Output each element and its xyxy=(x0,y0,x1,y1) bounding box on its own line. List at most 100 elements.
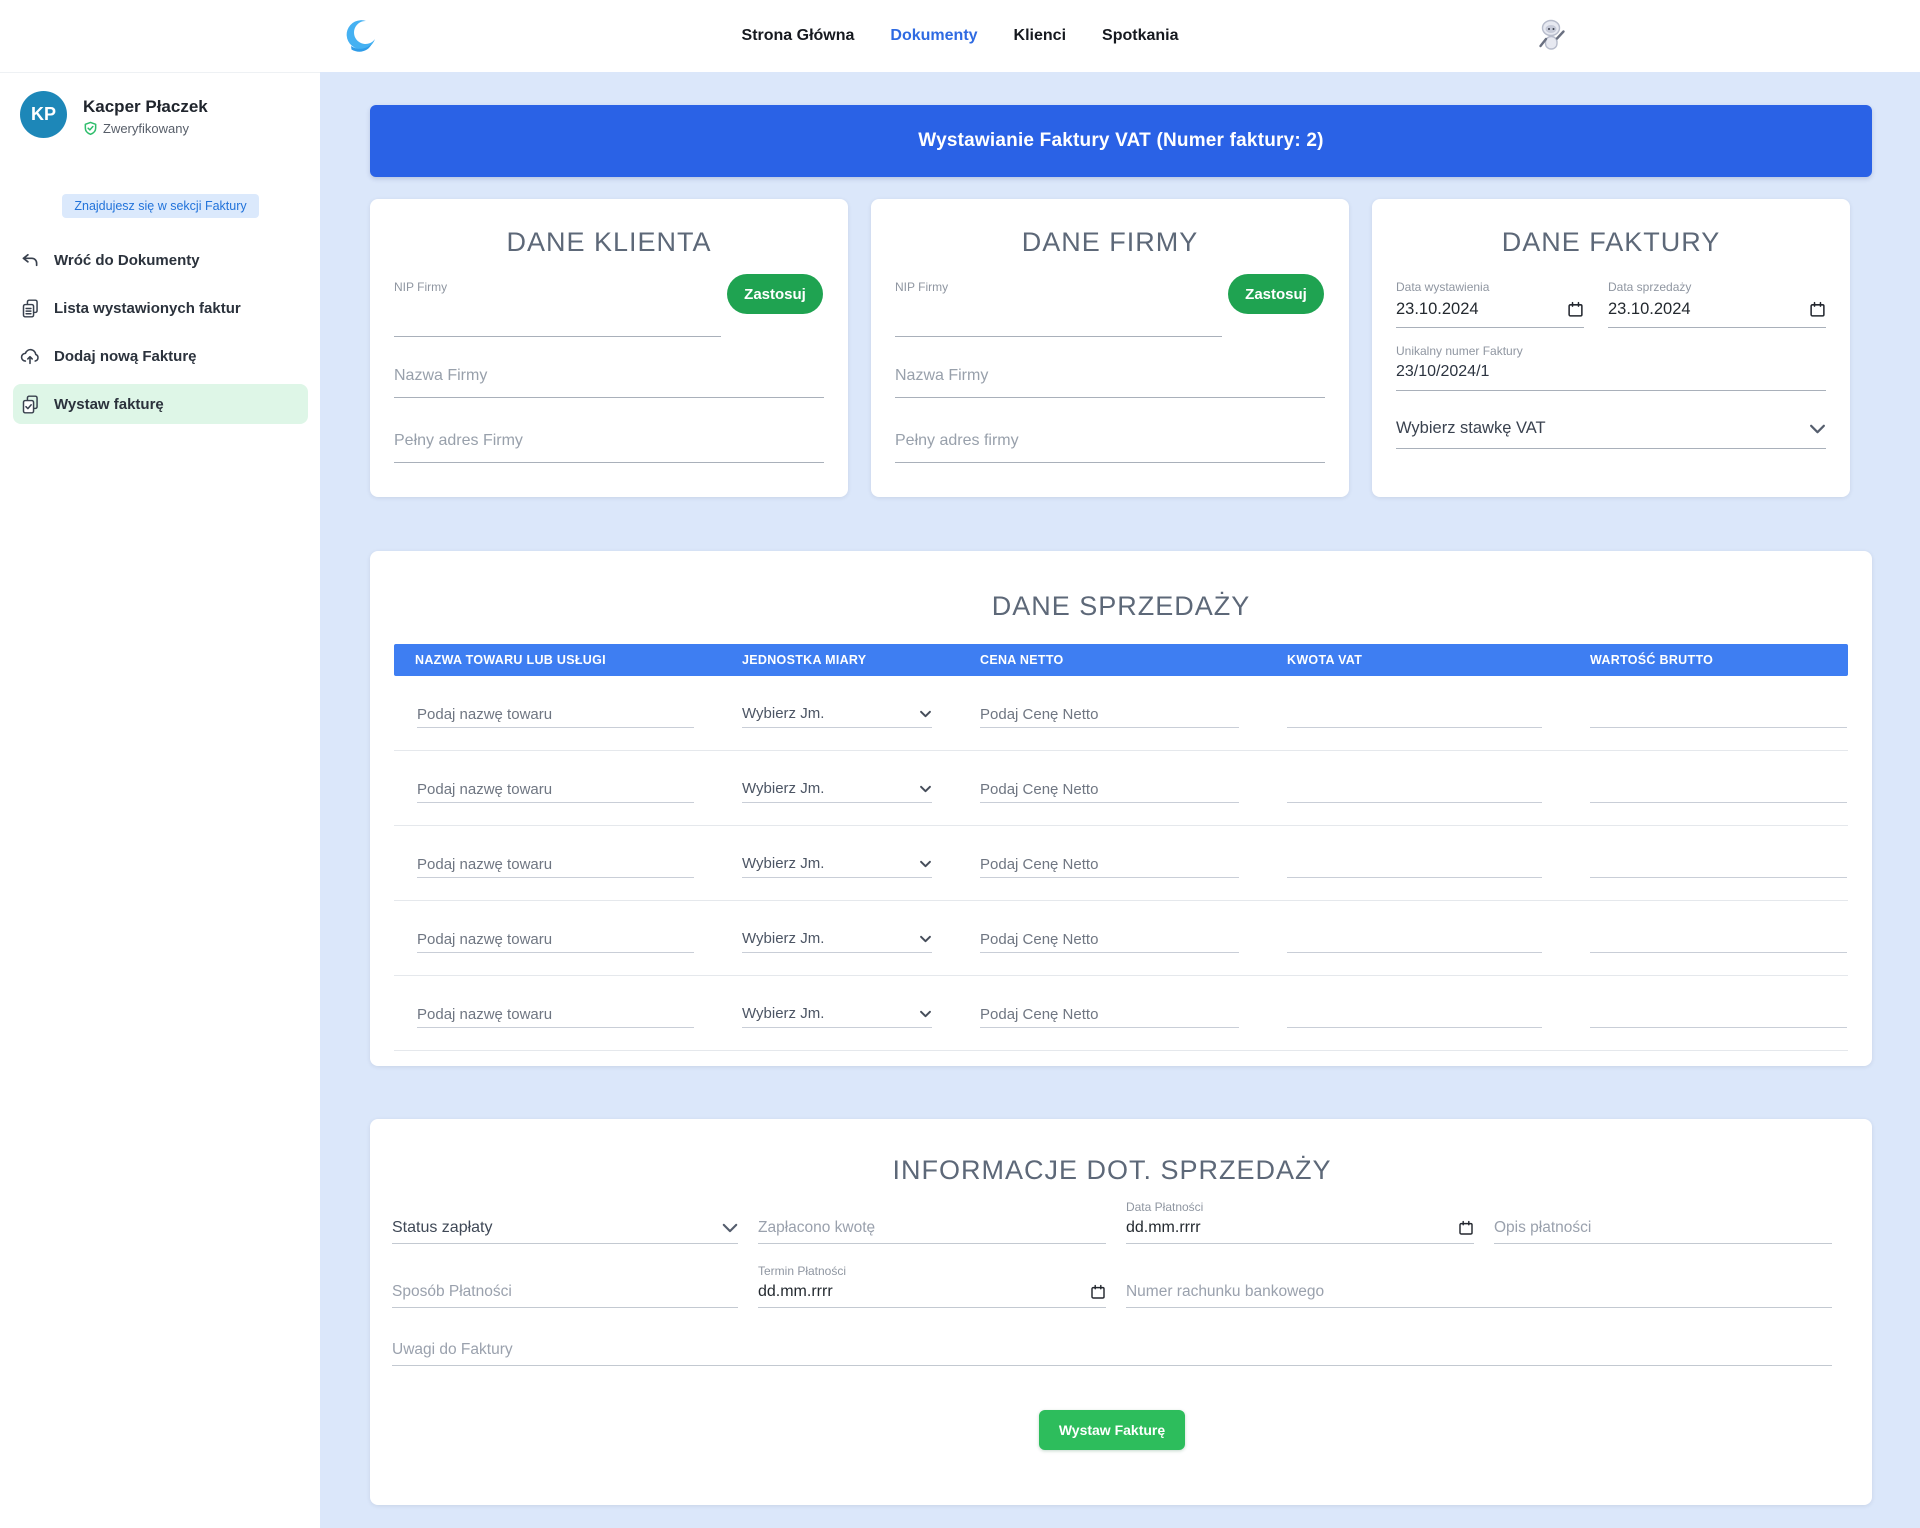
vat-amount-input[interactable] xyxy=(1287,704,1542,724)
nav-dokumenty[interactable]: Dokumenty xyxy=(890,27,977,45)
client-nip-input[interactable] xyxy=(394,308,721,330)
unit-select[interactable]: Wybierz Jm. xyxy=(742,854,932,878)
invoice-notes-input[interactable] xyxy=(392,1341,1832,1359)
calendar-icon[interactable] xyxy=(1458,1220,1474,1236)
company-data-card: DANE FIRMY NIP Firmy Zastosuj xyxy=(871,199,1349,497)
top-navigation: Strona Główna Dokumenty Klienci Spotkani… xyxy=(742,27,1179,45)
company-apply-button[interactable]: Zastosuj xyxy=(1228,274,1324,314)
payment-date-value: dd.mm.rrrr xyxy=(1126,1219,1201,1237)
user-profile: KP Kacper Płaczek Zweryfikowany xyxy=(13,91,308,138)
sale-date-label: Data sprzedaży xyxy=(1608,280,1826,294)
unit-select[interactable]: Wybierz Jm. xyxy=(742,1004,932,1028)
payment-term-value: dd.mm.rrrr xyxy=(758,1283,833,1301)
unit-select-value: Wybierz Jm. xyxy=(742,854,824,874)
vat-rate-select[interactable]: Wybierz stawkę VAT xyxy=(1396,419,1826,449)
item-name-input[interactable] xyxy=(417,1004,694,1024)
chevron-down-icon xyxy=(919,935,932,943)
client-company-name-input[interactable] xyxy=(394,365,824,387)
net-price-input[interactable] xyxy=(980,1004,1239,1024)
issue-date-label: Data wystawienia xyxy=(1396,280,1584,294)
payment-method-input[interactable] xyxy=(392,1283,738,1301)
sidebar-menu: Wróć do Dokumenty Lista wystawionych fak… xyxy=(13,240,308,424)
column-header: CENA NETTO xyxy=(980,653,1239,667)
item-name-input[interactable] xyxy=(417,929,694,949)
chevron-down-icon xyxy=(919,710,932,718)
nav-strona-glowna[interactable]: Strona Główna xyxy=(742,27,855,45)
vat-amount-input[interactable] xyxy=(1287,1004,1542,1024)
main-content: Wystawianie Faktury VAT (Numer faktury: … xyxy=(320,72,1920,1528)
sidebar: KP Kacper Płaczek Zweryfikowany Znajduje… xyxy=(0,72,320,1528)
vat-amount-input[interactable] xyxy=(1287,854,1542,874)
company-name-input[interactable] xyxy=(895,365,1325,387)
gross-value-input[interactable] xyxy=(1590,1004,1847,1024)
user-name: Kacper Płaczek xyxy=(83,91,208,117)
net-price-input[interactable] xyxy=(980,929,1239,949)
sidebar-item-dodaj-fakture[interactable]: Dodaj nową Fakturę xyxy=(13,336,308,376)
chevron-down-icon xyxy=(1809,424,1826,434)
sales-data-card: DANE SPRZEDAŻY NAZWA TOWARU LUB USŁUGI J… xyxy=(370,551,1872,1066)
item-name-input[interactable] xyxy=(417,779,694,799)
column-header: WARTOŚĆ BRUTTO xyxy=(1590,653,1847,667)
vat-amount-input[interactable] xyxy=(1287,779,1542,799)
sidebar-item-label: Wystaw fakturę xyxy=(54,396,164,413)
company-address-input[interactable] xyxy=(895,430,1325,452)
sale-date-field[interactable]: 23.10.2024 xyxy=(1608,294,1826,328)
sales-info-title: INFORMACJE DOT. SPRZEDAŻY xyxy=(392,1155,1832,1186)
net-price-input[interactable] xyxy=(980,704,1239,724)
client-apply-button[interactable]: Zastosuj xyxy=(727,274,823,314)
unique-number-value: 23/10/2024/1 xyxy=(1396,358,1826,391)
issue-date-field[interactable]: 23.10.2024 xyxy=(1396,294,1584,328)
payment-description-input[interactable] xyxy=(1494,1219,1832,1237)
bank-account-input[interactable] xyxy=(1126,1283,1832,1301)
calendar-icon[interactable] xyxy=(1809,301,1826,318)
vat-amount-input[interactable] xyxy=(1287,929,1542,949)
assistant-robot-icon[interactable] xyxy=(1536,19,1568,53)
payment-term-field[interactable]: dd.mm.rrrr xyxy=(758,1282,1106,1308)
item-name-input[interactable] xyxy=(417,704,694,724)
verified-shield-icon xyxy=(83,121,98,136)
sale-date-value: 23.10.2024 xyxy=(1608,300,1691,319)
sidebar-item-wroc-do-dokumenty[interactable]: Wróć do Dokumenty xyxy=(13,240,308,280)
item-name-input[interactable] xyxy=(417,854,694,874)
payment-status-select[interactable]: Status zapłaty xyxy=(392,1218,738,1244)
payment-date-field[interactable]: dd.mm.rrrr xyxy=(1126,1218,1474,1244)
sidebar-item-lista-faktur[interactable]: Lista wystawionych faktur xyxy=(13,288,308,328)
table-row: Wybierz Jm. xyxy=(394,676,1848,751)
issue-invoice-button[interactable]: Wystaw Fakturę xyxy=(1039,1410,1185,1450)
unit-select[interactable]: Wybierz Jm. xyxy=(742,704,932,728)
avatar: KP xyxy=(20,91,67,138)
calendar-icon[interactable] xyxy=(1567,301,1584,318)
gross-value-input[interactable] xyxy=(1590,779,1847,799)
company-nip-input[interactable] xyxy=(895,308,1222,330)
gross-value-input[interactable] xyxy=(1590,704,1847,724)
section-badge: Znajdujesz się w sekcji Faktury xyxy=(62,194,258,218)
unit-select-value: Wybierz Jm. xyxy=(742,704,824,724)
nav-spotkania[interactable]: Spotkania xyxy=(1102,27,1178,45)
sidebar-item-label: Dodaj nową Fakturę xyxy=(54,348,197,365)
page-title-banner: Wystawianie Faktury VAT (Numer faktury: … xyxy=(370,105,1872,177)
nav-klienci[interactable]: Klienci xyxy=(1014,27,1066,45)
paid-amount-input[interactable] xyxy=(758,1219,1106,1237)
gross-value-input[interactable] xyxy=(1590,929,1847,949)
net-price-input[interactable] xyxy=(980,854,1239,874)
unit-select-value: Wybierz Jm. xyxy=(742,779,824,799)
gross-value-input[interactable] xyxy=(1590,854,1847,874)
sidebar-item-wystaw-fakture[interactable]: Wystaw fakturę xyxy=(13,384,308,424)
chevron-down-icon xyxy=(919,1010,932,1018)
app-logo-icon[interactable] xyxy=(344,19,378,55)
invoice-card-title: DANE FAKTURY xyxy=(1396,227,1826,258)
unit-select[interactable]: Wybierz Jm. xyxy=(742,929,932,953)
sales-info-card: INFORMACJE DOT. SPRZEDAŻY Status zapłaty xyxy=(370,1119,1872,1505)
unit-select[interactable]: Wybierz Jm. xyxy=(742,779,932,803)
client-card-title: DANE KLIENTA xyxy=(394,227,824,258)
chevron-down-icon xyxy=(919,785,932,793)
clipboard-check-icon xyxy=(19,393,41,415)
topbar: Strona Główna Dokumenty Klienci Spotkani… xyxy=(0,0,1920,72)
invoice-list-icon xyxy=(19,297,41,319)
calendar-icon[interactable] xyxy=(1090,1284,1106,1300)
net-price-input[interactable] xyxy=(980,779,1239,799)
undo-arrow-icon xyxy=(19,249,41,271)
client-address-input[interactable] xyxy=(394,430,824,452)
column-header: JEDNOSTKA MIARY xyxy=(742,653,932,667)
issue-date-value: 23.10.2024 xyxy=(1396,300,1479,319)
